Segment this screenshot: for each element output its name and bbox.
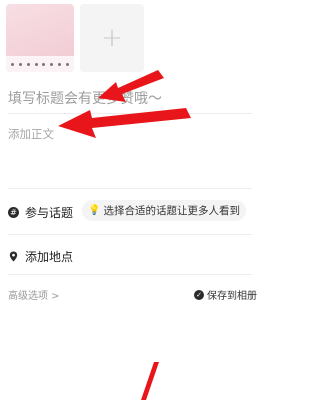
toolbar-dot	[57, 62, 61, 66]
toolbar-dot	[11, 62, 15, 66]
location-label: 添加地点	[25, 250, 74, 264]
hashtag-icon: #	[8, 207, 19, 218]
location-row[interactable]: 添加地点	[8, 248, 252, 265]
title-input[interactable]: 填写标题会有更多赞哦～	[8, 88, 244, 108]
divider	[8, 113, 252, 114]
add-media-button[interactable]: +	[80, 4, 144, 72]
photo-thumbnail[interactable]	[6, 4, 74, 72]
lightbulb-icon: 💡	[88, 205, 101, 216]
save-to-album-toggle[interactable]: ✓ 保存到相册	[194, 287, 257, 302]
advanced-options-link[interactable]: 高级选项 >	[8, 287, 60, 302]
toolbar-dot	[65, 62, 69, 66]
plus-icon: +	[101, 23, 123, 53]
body-input[interactable]: 添加正文	[8, 126, 54, 142]
location-pin-icon	[9, 251, 18, 262]
annotation-arrow-3	[141, 362, 159, 400]
thumbnail-toolbar	[6, 56, 74, 72]
toolbar-dot	[26, 62, 30, 66]
toolbar-dot	[42, 62, 46, 66]
toolbar-dot	[19, 62, 23, 66]
save-to-album-label: 保存到相册	[207, 291, 257, 302]
toolbar-dot	[50, 62, 54, 66]
topic-label: 参与话题	[25, 206, 74, 220]
divider	[8, 188, 252, 189]
topic-suggestion-text: 选择合适的话题让更多人看到	[103, 205, 240, 217]
topic-suggestion-button[interactable]: 💡 选择合适的话题让更多人看到	[82, 200, 246, 221]
check-icon: ✓	[194, 289, 204, 300]
toolbar-dot	[34, 62, 38, 66]
divider	[8, 234, 252, 235]
divider	[8, 274, 252, 275]
